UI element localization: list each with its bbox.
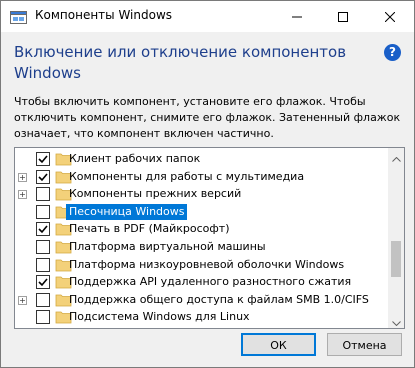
feature-checkbox[interactable] <box>36 222 50 237</box>
feature-row[interactable]: + Поддержка общего доступа к файлам SMB 1… <box>15 291 387 309</box>
feature-checkbox[interactable] <box>36 240 50 254</box>
feature-row[interactable]: Платформа низкоуровневой оболочки Window… <box>15 256 387 274</box>
feature-label: Платформа низкоуровневой оболочки Window… <box>69 257 345 271</box>
feature-label: Песочница Windows <box>66 203 188 220</box>
feature-row[interactable]: Платформа виртуальной машины <box>15 238 387 256</box>
feature-row[interactable]: Подсистема Windows для Linux <box>15 308 387 326</box>
expand-icon[interactable]: + <box>18 190 27 200</box>
feature-checkbox[interactable] <box>36 152 50 166</box>
minimize-button[interactable] <box>274 1 320 32</box>
feature-row[interactable]: Песочница Windows <box>15 203 387 221</box>
windows-features-dialog: Компоненты Windows Включение или отключе… <box>0 0 415 368</box>
feature-checkbox[interactable] <box>36 275 50 290</box>
window-title: Компоненты Windows <box>35 8 173 22</box>
close-button[interactable] <box>367 1 413 32</box>
feature-label: Компоненты прежних версий <box>69 187 242 201</box>
dialog-description: Чтобы включить компонент, установите его… <box>14 95 401 140</box>
chevron-down-icon <box>391 311 401 329</box>
feature-label: Печать в PDF (Майкрософт) <box>69 222 230 236</box>
expand-icon[interactable]: + <box>18 295 27 305</box>
feature-label: Платформа виртуальной машины <box>69 240 266 253</box>
scroll-thumb[interactable] <box>391 241 401 277</box>
close-icon <box>384 7 396 26</box>
help-icon[interactable]: ? <box>384 44 401 61</box>
feature-checkbox[interactable] <box>36 169 50 184</box>
cancel-button[interactable]: Отмена <box>327 333 402 356</box>
feature-label: Поддержка общего доступа к файлам SMB 1.… <box>69 292 369 306</box>
vertical-scrollbar[interactable] <box>388 148 404 328</box>
feature-label: Подсистема Windows для Linux <box>69 310 250 324</box>
feature-checkbox[interactable] <box>36 257 50 272</box>
feature-label: Поддержка API удаленного разностного сжа… <box>69 275 352 289</box>
scroll-up-button[interactable] <box>388 148 404 164</box>
feature-row[interactable]: + Компоненты для работы с мультимедиа <box>15 168 387 186</box>
expand-icon[interactable]: + <box>18 172 27 182</box>
feature-checkbox[interactable] <box>36 204 50 219</box>
feature-checkbox[interactable] <box>36 310 50 325</box>
feature-checkbox[interactable] <box>36 292 50 307</box>
features-tree[interactable]: Клиент рабочих папок + Компоненты для рабо… <box>14 147 405 329</box>
title-bar[interactable]: Компоненты Windows <box>1 1 414 32</box>
maximize-button[interactable] <box>320 1 366 32</box>
feature-checkbox[interactable] <box>36 187 50 202</box>
windows-features-icon <box>10 9 27 24</box>
feature-label: Клиент рабочих папок <box>69 152 201 165</box>
dialog-heading: Включение или отключение компонентов Win… <box>14 43 347 82</box>
ok-button[interactable]: ОК <box>241 333 316 356</box>
feature-row[interactable]: Поддержка API удаленного разностного сжа… <box>15 273 387 291</box>
feature-label: Компоненты для работы с мультимедиа <box>69 169 305 183</box>
feature-row[interactable]: Печать в PDF (Майкрософт) <box>15 220 387 238</box>
scroll-down-button[interactable] <box>388 312 404 328</box>
feature-row[interactable]: + Компоненты прежних версий <box>15 185 387 203</box>
chevron-up-icon <box>391 148 401 166</box>
maximize-icon <box>338 7 348 26</box>
feature-row[interactable]: Клиент рабочих папок <box>15 150 387 168</box>
minimize-icon <box>292 7 302 26</box>
